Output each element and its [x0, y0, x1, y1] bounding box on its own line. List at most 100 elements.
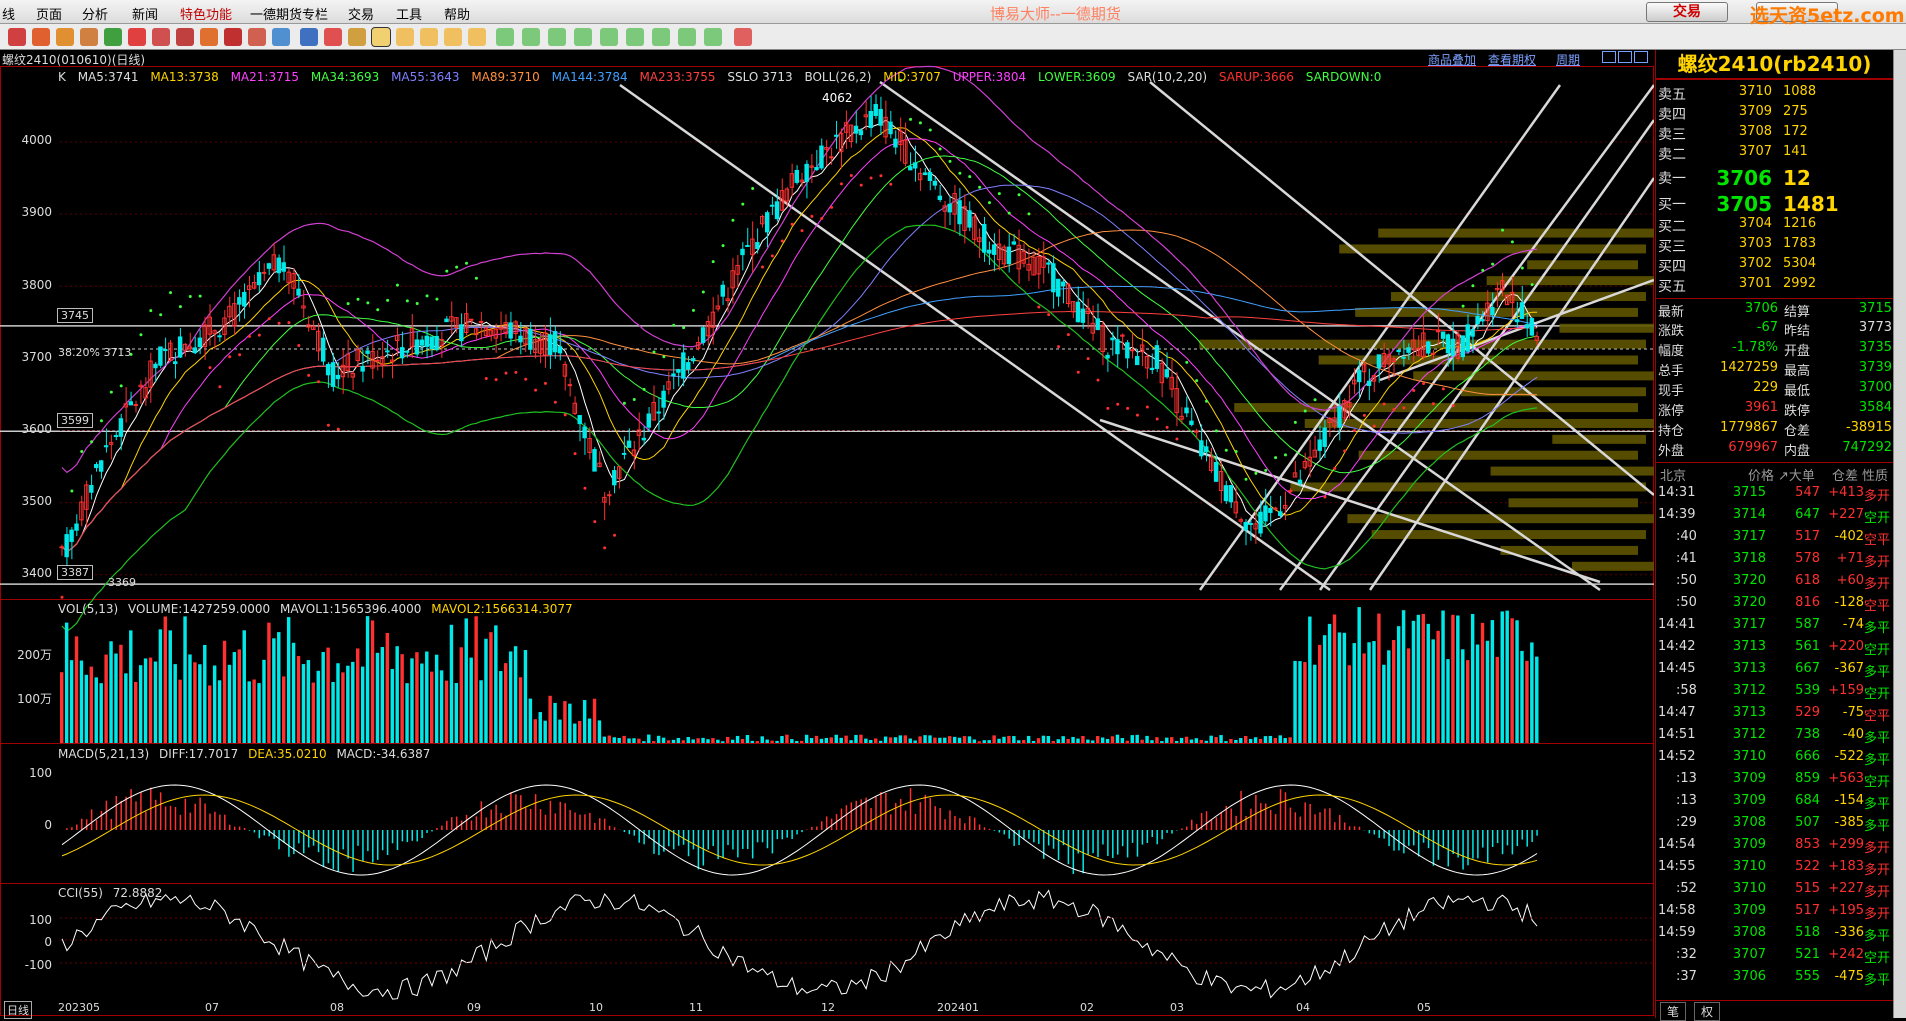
volume-bar: [1426, 623, 1430, 743]
tick-row[interactable]: 14:59 3708 518 -336 多平: [1656, 922, 1894, 944]
order-book-row[interactable]: 卖五 3710 1088: [1656, 82, 1894, 103]
info-label: 外盘: [1658, 444, 1685, 459]
order-book-volume: 1216: [1783, 216, 1817, 231]
order-book-row[interactable]: 卖四 3709 275: [1656, 102, 1894, 123]
volume-profile-bar: [1460, 387, 1646, 397]
volume-bar: [656, 735, 661, 743]
legend-macd: MACD(5,21,13): [58, 747, 150, 761]
volume-bar: [395, 646, 399, 743]
order-book-row[interactable]: 卖二 3707 141: [1656, 142, 1894, 163]
order-book-row[interactable]: 卖三 3708 172: [1656, 122, 1894, 143]
volume-bar: [311, 682, 316, 743]
volume-bar: [1130, 735, 1134, 743]
tick-row[interactable]: 14:51 3712 738 -40 多平: [1656, 724, 1894, 746]
sar-dot: [1372, 424, 1376, 428]
tick-row[interactable]: 14:45 3713 667 -367 多平: [1656, 658, 1894, 680]
volume-bar: [1179, 737, 1184, 743]
moving-average-line: [61, 184, 1538, 553]
order-book-row[interactable]: 买一 3705 1481: [1656, 192, 1894, 216]
volume-bar: [74, 636, 79, 743]
tick-row[interactable]: :58 3712 539 +159 空开: [1656, 680, 1894, 702]
volume-bar: [1214, 737, 1218, 743]
volume-bar: [592, 698, 597, 743]
volume-profile-bar: [1571, 561, 1654, 571]
x-axis-label: 04: [1296, 1001, 1310, 1014]
tick-price: 3709: [1732, 793, 1766, 808]
tick-row[interactable]: 14:58 3709 517 +195 多开: [1656, 900, 1894, 922]
volume-bar: [760, 736, 764, 743]
volume-bar: [607, 735, 612, 743]
tick-row[interactable]: :13 3709 859 +563 空开: [1656, 768, 1894, 790]
tick-oi-change: +227: [1828, 881, 1864, 896]
tick-row[interactable]: :37 3706 555 -475 多平: [1656, 966, 1894, 988]
tick-row[interactable]: 14:42 3713 561 +220 空开: [1656, 636, 1894, 658]
tick-row[interactable]: :52 3710 515 +227 多开: [1656, 878, 1894, 900]
volume-bar: [814, 735, 819, 743]
order-book-row[interactable]: 买三 3703 1783: [1656, 234, 1894, 255]
tick-row[interactable]: :13 3709 684 -154 多平: [1656, 790, 1894, 812]
tick-row[interactable]: :32 3707 521 +242 空开: [1656, 944, 1894, 966]
tab-rights[interactable]: 权: [1694, 1002, 1721, 1021]
tick-row[interactable]: 14:47 3713 529 -75 空平: [1656, 702, 1894, 724]
volume-bar: [1357, 607, 1361, 743]
tick-property: 多平: [1864, 973, 1891, 988]
tick-row[interactable]: :50 3720 618 +60 多开: [1656, 570, 1894, 592]
sar-dot: [1205, 399, 1209, 403]
volume-bar: [1520, 650, 1524, 743]
volume-bar: [1229, 738, 1233, 743]
sar-dot: [119, 384, 123, 388]
tick-row[interactable]: 14:52 3710 666 -522 多平: [1656, 746, 1894, 768]
tick-row[interactable]: 14:54 3709 853 +299 多开: [1656, 834, 1894, 856]
candle-body: [1406, 347, 1411, 353]
sar-dot: [987, 201, 991, 205]
trade-button[interactable]: 交易: [1646, 2, 1728, 22]
tick-row[interactable]: :50 3720 816 -128 空平: [1656, 592, 1894, 614]
macd-axis-label: 0: [44, 818, 52, 832]
sar-dot: [1353, 429, 1357, 433]
trend-line: [619, 83, 1331, 592]
sar-dot: [1392, 407, 1396, 411]
candle-body: [1337, 406, 1342, 428]
x-axis-label: 03: [1170, 1001, 1184, 1014]
order-book-row[interactable]: 买五 3701 2992: [1656, 274, 1894, 295]
candle-body: [94, 464, 99, 469]
volume-bar: [1012, 736, 1016, 743]
period-label[interactable]: 日线: [4, 1001, 32, 1019]
sar-dot: [1382, 402, 1386, 406]
candle-body: [508, 322, 513, 339]
order-book-row[interactable]: 买二 3704 1216: [1656, 214, 1894, 235]
tick-time: :50: [1676, 573, 1697, 588]
tab-ticks[interactable]: 笔: [1660, 1002, 1687, 1021]
volume-bar: [346, 665, 350, 743]
tick-row[interactable]: :29 3708 507 -385 多平: [1656, 812, 1894, 834]
sar-dot: [701, 290, 705, 294]
scrollbar[interactable]: [1893, 50, 1906, 1018]
volume-bar: [119, 644, 123, 743]
sar-dot: [1037, 305, 1041, 309]
order-book-volume: 172: [1783, 124, 1808, 139]
volume-bar: [405, 683, 409, 743]
volume-bar: [518, 677, 523, 743]
candle-body: [661, 390, 666, 408]
volume-bar: [701, 737, 705, 743]
candle-body: [937, 195, 943, 201]
candle-body: [1149, 367, 1155, 371]
tick-row[interactable]: 14:39 3714 647 +227 空开: [1656, 504, 1894, 526]
volume-bar: [212, 665, 217, 743]
order-book-row[interactable]: 买四 3702 5304: [1656, 254, 1894, 275]
tick-volume: 515: [1795, 881, 1820, 896]
tick-time: :13: [1676, 793, 1697, 808]
tick-row[interactable]: 14:31 3715 547 +413 多开: [1656, 482, 1894, 504]
sar-dot: [218, 385, 222, 389]
tick-row[interactable]: :41 3718 578 +71 多开: [1656, 548, 1894, 570]
candle-body: [986, 249, 992, 254]
candle-body: [1130, 349, 1135, 352]
tick-row[interactable]: 14:55 3710 522 +183 多开: [1656, 856, 1894, 878]
tick-row[interactable]: 14:41 3717 587 -74 多平: [1656, 614, 1894, 636]
candle-body: [1228, 485, 1234, 503]
order-book-row[interactable]: 卖一 3706 12: [1656, 166, 1894, 190]
candle-body: [626, 440, 632, 448]
volume-bar: [138, 665, 143, 743]
tick-row[interactable]: :40 3717 517 -402 空平: [1656, 526, 1894, 548]
candle-body: [834, 134, 839, 137]
